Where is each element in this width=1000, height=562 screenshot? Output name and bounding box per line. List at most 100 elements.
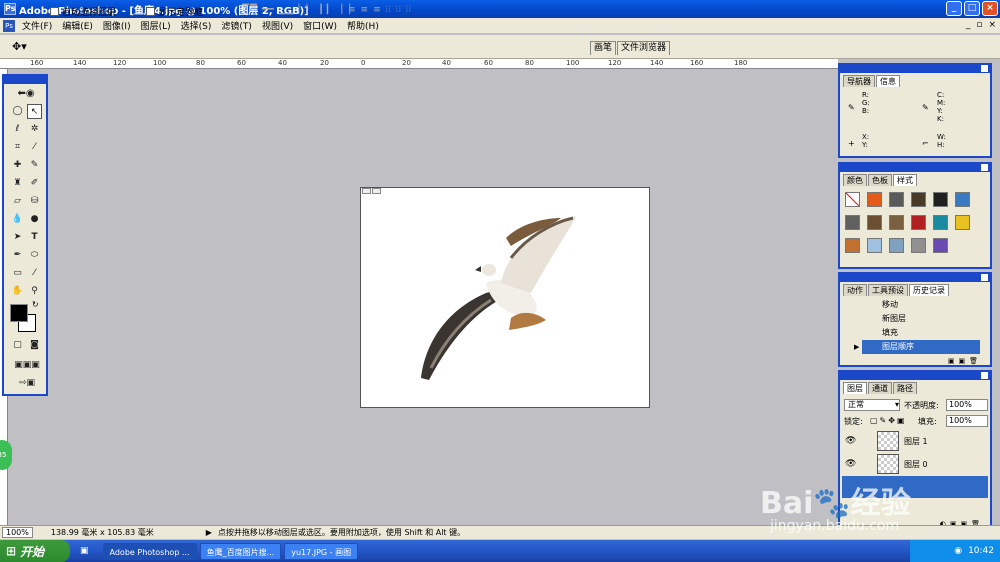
show-bounds-option[interactable]: 显示定界框 [146, 5, 203, 18]
foreground-color-swatch[interactable] [10, 304, 28, 322]
style-swatch[interactable] [889, 215, 904, 230]
info-panel-close-icon[interactable] [981, 65, 988, 72]
history-item[interactable]: 填充 [862, 326, 980, 340]
distribute-left-icon[interactable]: ⦙⦙ [386, 5, 392, 15]
close-button[interactable]: × [982, 1, 998, 16]
menu-image[interactable]: 图像(I) [98, 19, 136, 32]
align-middle-icon[interactable]: ━━ [262, 5, 275, 15]
eye-icon[interactable]: 👁 [845, 459, 856, 469]
tab-history[interactable]: 历史记录 [909, 284, 949, 296]
menu-edit[interactable]: 编辑(E) [57, 19, 98, 32]
pen-tool-icon[interactable]: ✒ [10, 248, 25, 263]
styles-panel-header[interactable] [840, 164, 990, 172]
tab-paths[interactable]: 路径 [893, 382, 917, 394]
distribute-right-icon[interactable]: ⦙⦙ [406, 5, 412, 15]
distribute-top-icon[interactable]: ≡ [348, 5, 357, 15]
eraser-tool-icon[interactable]: ▱ [10, 194, 25, 209]
style-swatch[interactable] [911, 215, 926, 230]
doc-close-button[interactable]: × [988, 20, 996, 30]
zoom-field[interactable]: 100% [2, 527, 33, 538]
shape-tool-icon[interactable]: ⬭ [27, 248, 42, 263]
task-paint[interactable]: yu17.JPG - 画图 [284, 542, 359, 560]
tab-channels[interactable]: 通道 [868, 382, 892, 394]
eye-icon[interactable]: 👁 [845, 436, 856, 446]
tab-swatches[interactable]: 色板 [868, 174, 892, 186]
blur-tool-icon[interactable]: 💧 [10, 212, 25, 227]
path-selection-icon[interactable]: ➤ [10, 230, 25, 245]
history-item[interactable]: 移动 [862, 298, 980, 312]
screen-mode-icons[interactable]: ▣▣▣ [7, 358, 47, 373]
distribute-middle-icon[interactable]: ≡ [361, 5, 370, 15]
style-swatch[interactable] [911, 192, 926, 207]
tab-color[interactable]: 颜色 [843, 174, 867, 186]
history-brush-icon[interactable]: ✐ [27, 176, 42, 191]
tab-layers[interactable]: 图层 [843, 382, 867, 394]
style-swatch[interactable] [867, 238, 882, 253]
auto-select-checkbox[interactable] [50, 7, 59, 16]
menu-view[interactable]: 视图(V) [257, 19, 298, 32]
align-top-icon[interactable]: ▔▔ [242, 5, 258, 15]
layer-row[interactable]: 👁 图层 1 [842, 430, 988, 452]
minimize-button[interactable]: _ [946, 1, 962, 16]
volume-icon[interactable]: ◉ [954, 546, 962, 556]
slice-tool-icon[interactable]: ⁄ [27, 140, 42, 155]
green-badge[interactable]: 35 [0, 440, 12, 470]
style-swatch[interactable] [845, 215, 860, 230]
menu-select[interactable]: 选择(S) [176, 19, 217, 32]
menu-layer[interactable]: 图层(L) [136, 19, 176, 32]
auto-select-option[interactable]: 自动选择图层 [50, 5, 116, 18]
tab-tool-presets[interactable]: 工具预设 [868, 284, 908, 296]
style-swatch[interactable] [955, 192, 970, 207]
document-icon[interactable]: Ps [3, 19, 15, 32]
move-tool-icon[interactable]: ↖ [27, 104, 42, 119]
notes-tool-icon[interactable]: ▭ [10, 266, 25, 281]
tab-info[interactable]: 信息 [876, 75, 900, 87]
style-none[interactable] [845, 192, 860, 207]
dodge-tool-icon[interactable]: ● [27, 212, 42, 227]
crop-tool-icon[interactable]: ⌗ [10, 140, 25, 155]
style-swatch[interactable] [911, 238, 926, 253]
doc-minimize-button[interactable]: _ [966, 20, 971, 30]
style-swatch[interactable] [933, 215, 948, 230]
standard-mode-icon[interactable]: ▢ [10, 338, 25, 353]
blend-mode-select[interactable]: 正常 ▾ [844, 399, 900, 411]
doc-restore-button[interactable]: ▫ [976, 20, 982, 30]
jump-to-imageready-icon[interactable]: ⇨▣ [7, 376, 47, 391]
align-center-icon[interactable]: ┃┃ [318, 5, 331, 15]
tab-styles[interactable]: 样式 [893, 174, 917, 186]
tab-file-browser[interactable]: 文件浏览器 [617, 41, 671, 55]
zoom-tool-icon[interactable]: ⚲ [27, 284, 42, 299]
adobe-online-icon[interactable]: ⬅◉ [10, 86, 42, 101]
menu-filter[interactable]: 滤镜(T) [216, 19, 257, 32]
menu-window[interactable]: 窗口(W) [298, 19, 342, 32]
task-browser[interactable]: 鱼鹰_百度图片搜... [199, 542, 282, 560]
quick-mask-icon[interactable]: ◙ [27, 338, 42, 353]
layers-panel-header[interactable] [840, 372, 990, 380]
marquee-tool-icon[interactable]: ◯ [10, 104, 25, 119]
style-swatch[interactable] [933, 192, 948, 207]
document-canvas[interactable] [360, 187, 650, 408]
history-footer-icons[interactable]: ▣▣🗑 [948, 357, 982, 365]
type-tool-icon[interactable]: T [27, 230, 42, 245]
style-swatch[interactable] [889, 192, 904, 207]
style-swatch[interactable] [933, 238, 948, 253]
brush-tool-icon[interactable]: ✎ [27, 158, 42, 173]
align-left-icon[interactable]: ▏▏ [299, 5, 315, 15]
toolbox-header[interactable] [4, 76, 46, 84]
menu-file[interactable]: 文件(F) [17, 19, 57, 32]
start-button[interactable]: ⊞ 开始 [0, 540, 70, 562]
hand-tool-icon[interactable]: ✋ [10, 284, 25, 299]
task-photoshop[interactable]: Adobe Photoshop ... [102, 542, 197, 560]
distribute-bottom-icon[interactable]: ≡ [373, 5, 382, 15]
magic-wand-icon[interactable]: ✲ [27, 122, 42, 137]
show-bounds-checkbox[interactable] [146, 7, 155, 16]
layers-panel-close-icon[interactable] [981, 372, 988, 379]
style-swatch[interactable] [867, 192, 882, 207]
distribute-center-icon[interactable]: ⦙⦙ [396, 5, 402, 15]
opacity-field[interactable]: 100% [946, 399, 988, 411]
history-panel-header[interactable] [840, 274, 990, 282]
history-panel-close-icon[interactable] [981, 274, 988, 281]
align-bottom-icon[interactable]: ▁▁ [279, 5, 295, 15]
history-item-selected[interactable]: 图层顺序 [862, 340, 980, 354]
maximize-button[interactable]: □ [964, 1, 980, 16]
